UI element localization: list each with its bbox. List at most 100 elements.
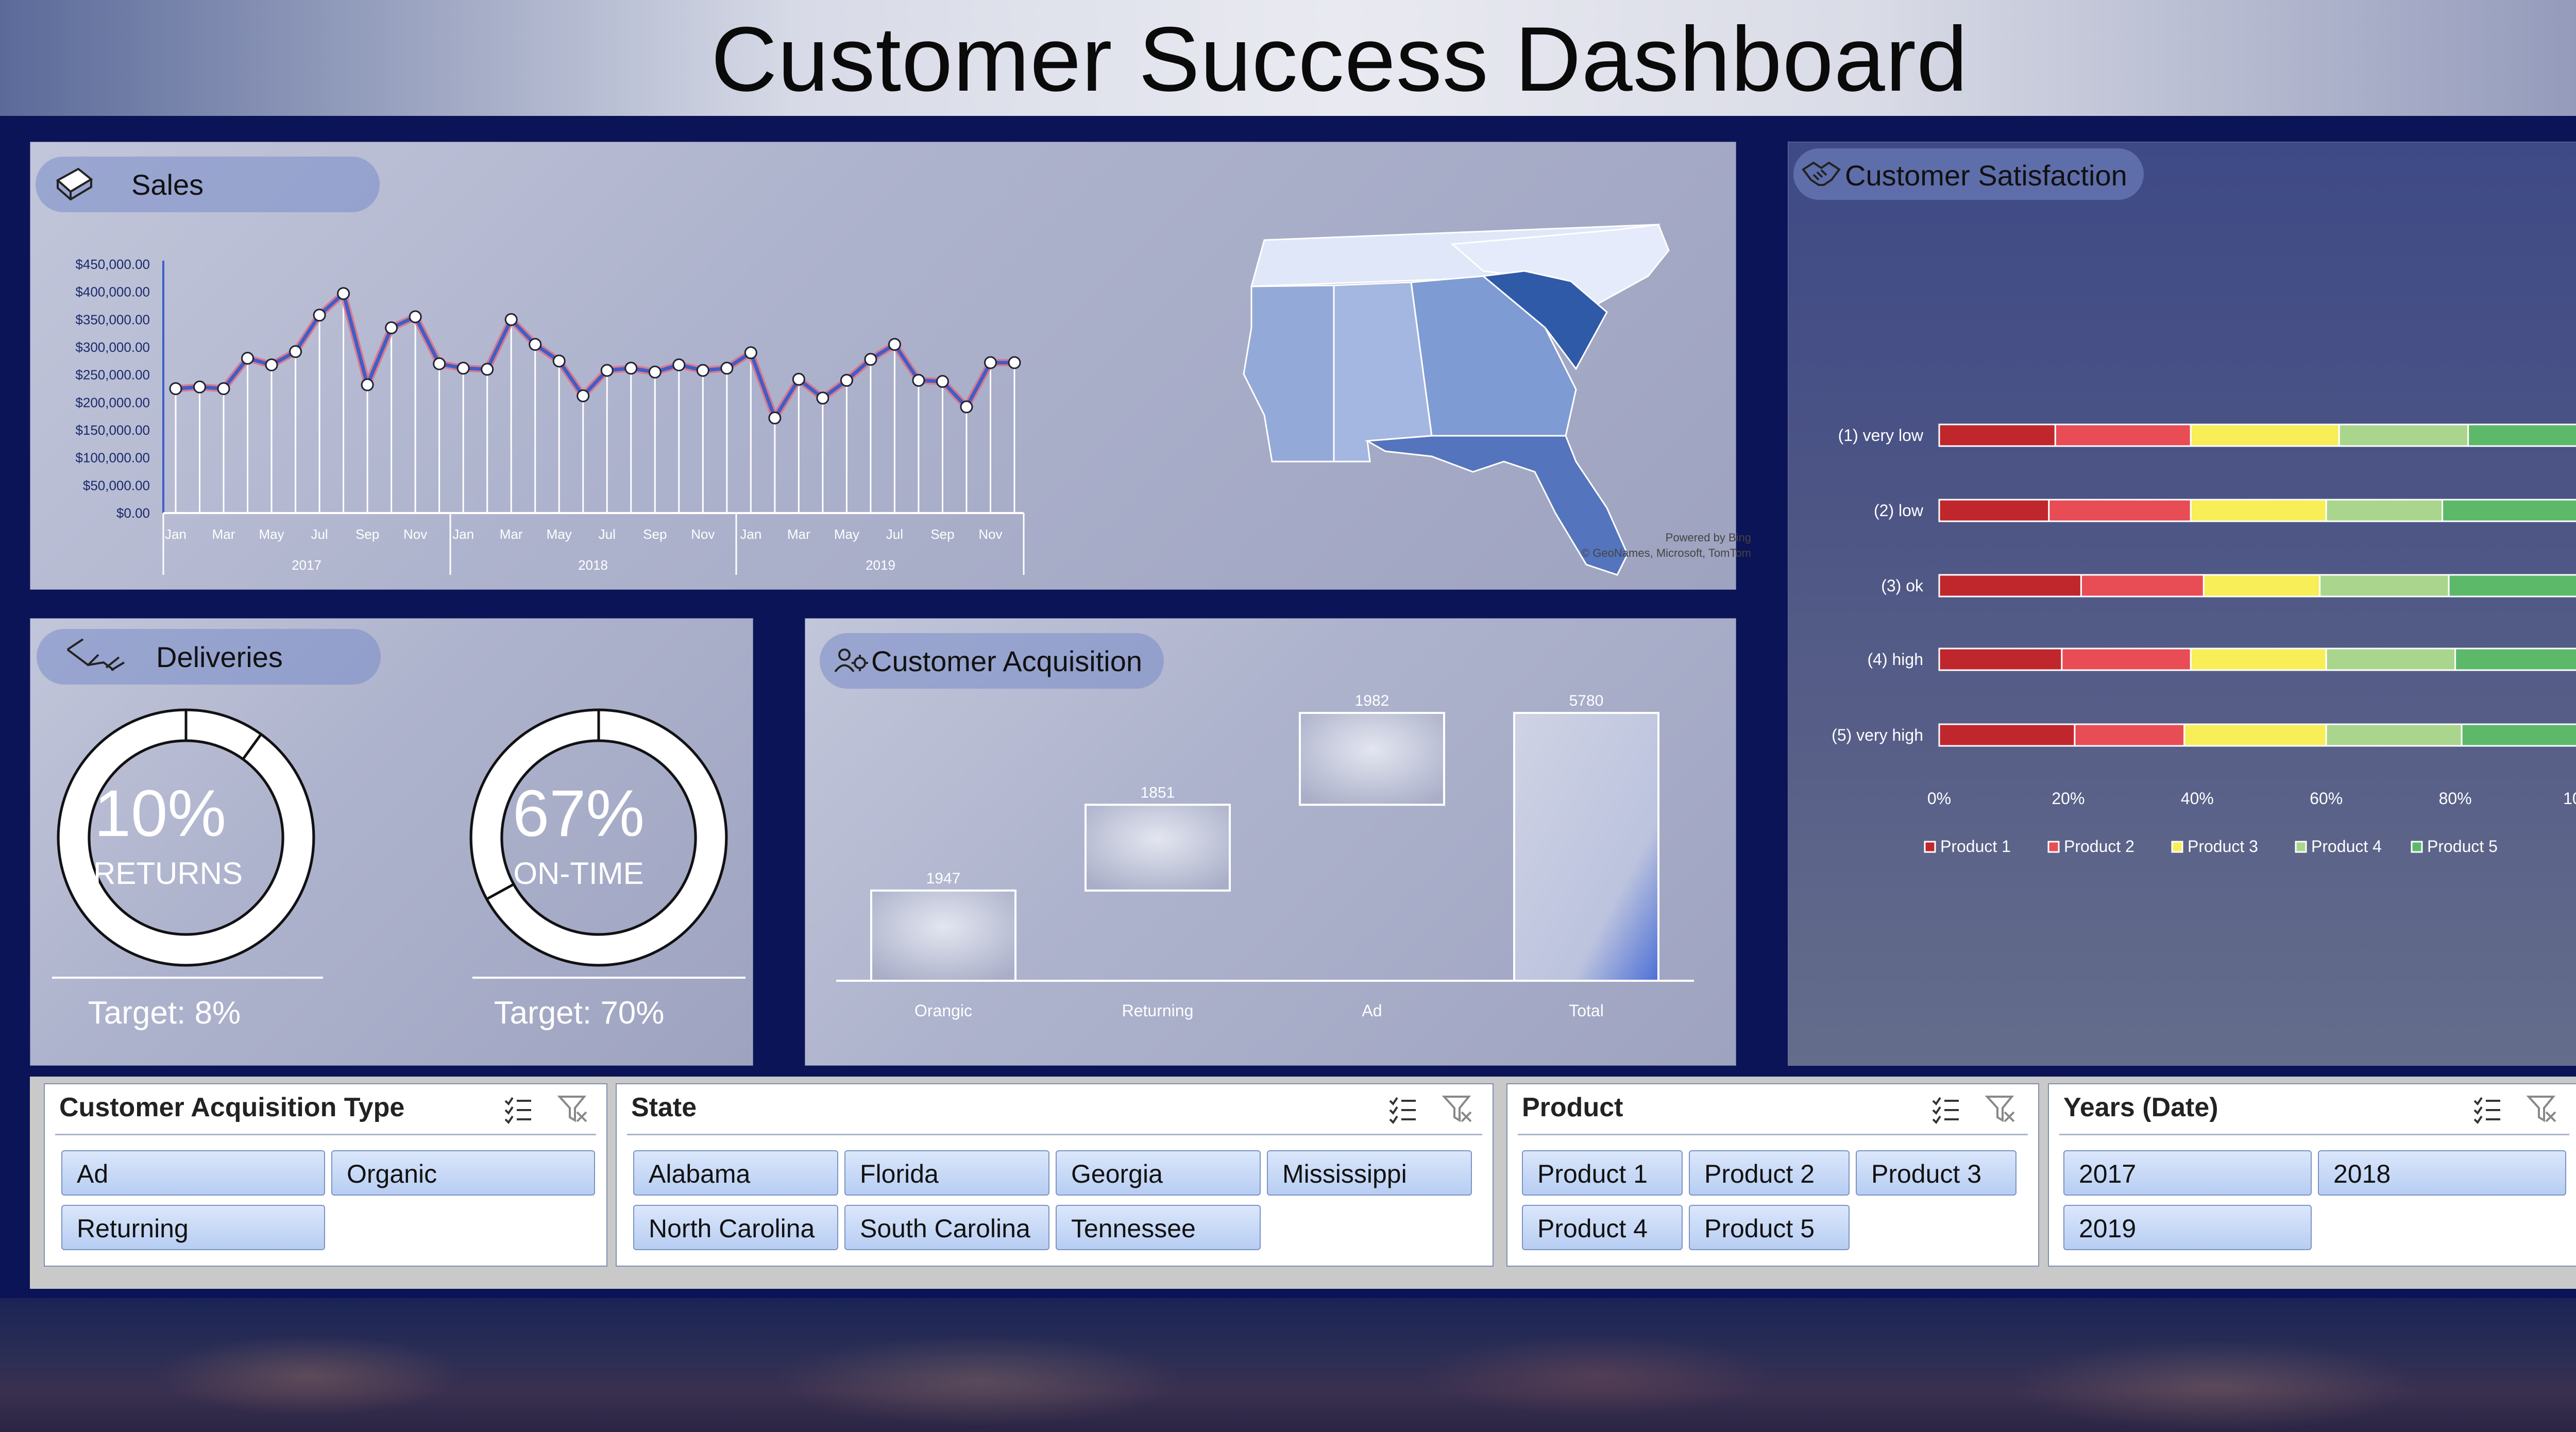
ontime-target: Target: 70% bbox=[494, 995, 665, 1031]
satisfaction-panel: Customer Satisfaction (1) very low (2) lo… bbox=[1788, 142, 2576, 1066]
satisfaction-category-label: (2) low bbox=[1874, 501, 1924, 520]
slicer-chip-2019[interactable]: 2019 bbox=[2063, 1205, 2312, 1250]
year-label: 2019 bbox=[866, 557, 895, 573]
slicer-divider bbox=[2059, 1134, 2569, 1135]
waterfall-value-label: 1982 bbox=[1355, 692, 1389, 709]
sales-point bbox=[433, 357, 446, 370]
clear-filter-icon[interactable] bbox=[2527, 1094, 2557, 1124]
x-tick-label: May bbox=[834, 526, 859, 542]
x-tick-label: Sep bbox=[930, 526, 954, 542]
waterfall-category-label: Total bbox=[1569, 1001, 1604, 1020]
clear-filter-icon[interactable] bbox=[1442, 1094, 1473, 1124]
slicer-chip-south-carolina[interactable]: South Carolina bbox=[844, 1205, 1049, 1250]
sales-point bbox=[409, 310, 422, 323]
sales-point bbox=[217, 382, 230, 395]
satisfaction-bar-segment bbox=[2061, 647, 2192, 671]
slicer-chip-returning[interactable]: Returning bbox=[61, 1205, 325, 1250]
clear-filter-icon[interactable] bbox=[1985, 1094, 2016, 1124]
satisfaction-bar-segment bbox=[2325, 723, 2463, 747]
x-tick-label: Nov bbox=[403, 526, 427, 542]
slicer-product-title: Product bbox=[1522, 1093, 1623, 1122]
sales-point bbox=[313, 309, 326, 322]
returns-label: RETURNS bbox=[93, 856, 243, 891]
sales-point bbox=[936, 375, 949, 388]
slicer-chip-ad[interactable]: Ad bbox=[61, 1150, 325, 1196]
x-tick-label: May bbox=[259, 526, 284, 542]
satisfaction-bar-segment bbox=[2190, 423, 2340, 447]
acquisition-panel: Customer Acquisition 1947 Orangic 1851 Retu… bbox=[805, 618, 1736, 1066]
background-city-lights bbox=[0, 1298, 2576, 1432]
state-map bbox=[1243, 224, 1670, 576]
page-title: Customer Success Dashboard bbox=[711, 8, 1968, 110]
sales-point bbox=[481, 363, 494, 376]
sales-point bbox=[529, 338, 542, 351]
ontime-value: 67% bbox=[512, 777, 645, 850]
multi-select-icon[interactable] bbox=[2471, 1094, 2502, 1124]
slicer-chip-georgia[interactable]: Georgia bbox=[1056, 1150, 1261, 1196]
satisfaction-bar-segment bbox=[2442, 499, 2576, 522]
slicer-chip-product-1[interactable]: Product 1 bbox=[1522, 1150, 1683, 1196]
dashboard-root: Customer Success Dashboard Sales $450,00… bbox=[0, 0, 2576, 1432]
map-mississippi[interactable] bbox=[1243, 284, 1335, 463]
x-tick-label: Jul bbox=[311, 526, 328, 542]
satisfaction-bar-chart: (1) very low (2) low (3) ok (4) high (5) ver… bbox=[1832, 423, 2576, 856]
legend-swatch bbox=[2047, 841, 2060, 853]
x-tick-label: Jul bbox=[599, 526, 616, 542]
y-tick-label: $250,000.00 bbox=[75, 367, 150, 383]
slicer-chip-florida[interactable]: Florida bbox=[844, 1150, 1049, 1196]
slicer-chip-tennessee[interactable]: Tennessee bbox=[1056, 1205, 1261, 1250]
slicer-chip-product-5[interactable]: Product 5 bbox=[1689, 1205, 1850, 1250]
satisfaction-bar-segment bbox=[2319, 574, 2450, 598]
x-tick-label: Jan bbox=[452, 526, 474, 542]
legend-label: Product 2 bbox=[2064, 837, 2134, 856]
x-tick-label: Nov bbox=[691, 526, 715, 542]
acquisition-waterfall-chart: 1947 Orangic 1851 Returning 1982 Ad 5780 Total bbox=[836, 692, 1694, 1020]
slicer-chip-organic[interactable]: Organic bbox=[331, 1150, 595, 1196]
slicer-chip-product-3[interactable]: Product 3 bbox=[1856, 1150, 2016, 1196]
sales-point bbox=[816, 391, 829, 405]
sales-point bbox=[241, 351, 255, 365]
slicer-years-title: Years (Date) bbox=[2063, 1093, 2218, 1122]
satisfaction-bar-segment bbox=[2338, 423, 2469, 447]
legend-label: Product 4 bbox=[2311, 837, 2382, 856]
sales-point bbox=[840, 373, 853, 387]
x-tick-label: 60% bbox=[2310, 789, 2343, 808]
x-tick-label: 20% bbox=[2052, 789, 2084, 808]
slicer-chip-2017[interactable]: 2017 bbox=[2063, 1150, 2312, 1196]
y-tick-label: $150,000.00 bbox=[75, 422, 150, 438]
sales-point bbox=[744, 346, 757, 360]
multi-select-icon[interactable] bbox=[502, 1094, 533, 1124]
y-tick-label: $200,000.00 bbox=[75, 395, 150, 410]
map-credit-1: Powered by Bing bbox=[1665, 531, 1751, 544]
sales-series-line bbox=[175, 292, 1014, 420]
satisfaction-bar-segment bbox=[2074, 723, 2185, 747]
multi-select-icon[interactable] bbox=[1930, 1094, 1961, 1124]
y-tick-label: $450,000.00 bbox=[75, 257, 150, 272]
slicer-chip-product-4[interactable]: Product 4 bbox=[1522, 1205, 1683, 1250]
satisfaction-category-label: (5) very high bbox=[1832, 726, 1923, 744]
slicer-chip-mississippi[interactable]: Mississippi bbox=[1267, 1150, 1472, 1196]
satisfaction-bar-segment bbox=[1938, 574, 2082, 598]
waterfall-category-label: Orangic bbox=[914, 1001, 972, 1020]
satisfaction-bar-segment bbox=[2325, 647, 2456, 671]
clear-filter-icon[interactable] bbox=[557, 1094, 588, 1124]
slicer-chip-product-2[interactable]: Product 2 bbox=[1689, 1150, 1850, 1196]
sales-point bbox=[624, 362, 638, 375]
slicer-divider bbox=[55, 1134, 596, 1135]
satisfaction-bar-segment bbox=[2461, 723, 2576, 747]
returns-target: Target: 8% bbox=[88, 995, 241, 1031]
slicer-chip-alabama[interactable]: Alabama bbox=[633, 1150, 838, 1196]
sales-point bbox=[361, 378, 374, 391]
multi-select-icon[interactable] bbox=[1387, 1094, 1418, 1124]
sales-point bbox=[792, 372, 805, 386]
ontime-label: ON-TIME bbox=[513, 856, 644, 891]
slicer-product: Product Product 1 Product 2 Product 3 Pr… bbox=[1506, 1083, 2039, 1267]
satisfaction-bar-segment bbox=[2325, 499, 2444, 522]
slicer-chip-north-carolina[interactable]: North Carolina bbox=[633, 1205, 838, 1250]
satisfaction-bar-segment bbox=[1938, 423, 2056, 447]
slicer-chip-2018[interactable]: 2018 bbox=[2318, 1150, 2566, 1196]
sales-point bbox=[864, 353, 877, 366]
satisfaction-bar-segment bbox=[2048, 499, 2192, 522]
x-tick-label: 80% bbox=[2439, 789, 2472, 808]
satisfaction-bar-segment bbox=[1938, 723, 2076, 747]
